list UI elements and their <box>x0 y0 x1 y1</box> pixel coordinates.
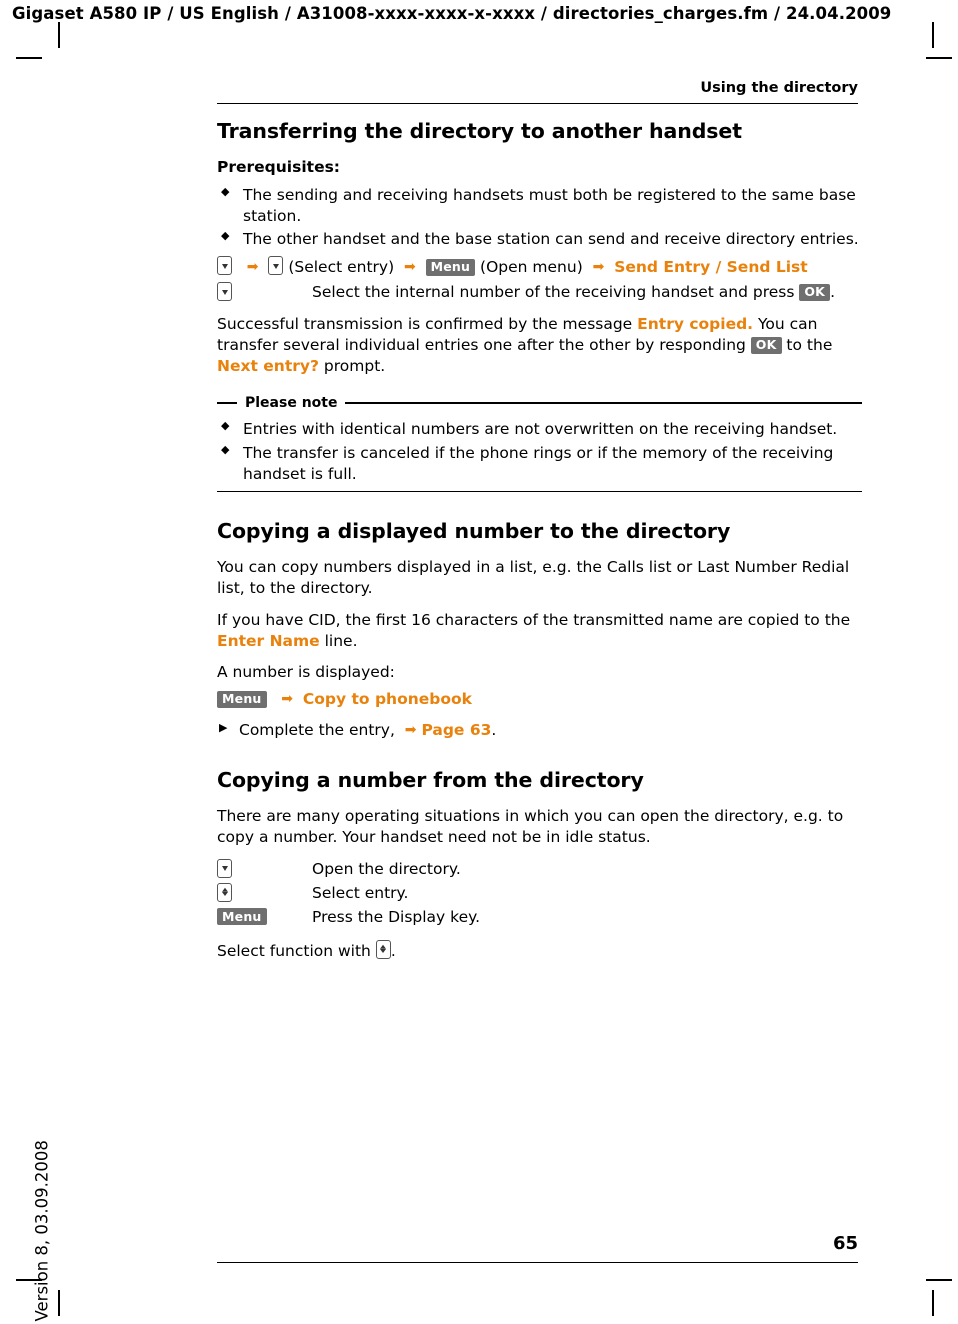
para-text-c: to the <box>781 336 833 355</box>
menu-display-key[interactable]: Menu <box>217 908 267 926</box>
note-rule-left <box>217 402 237 404</box>
list-item: The other handset and the base station c… <box>217 229 862 250</box>
please-note-header: Please note <box>217 395 862 411</box>
down-arrow-key-icon <box>217 256 232 276</box>
period-text: . <box>491 721 497 740</box>
complete-entry-text: Complete the entry, <box>239 721 395 740</box>
list-item: The sending and receiving handsets must … <box>217 185 862 227</box>
para-text-a: If you have CID, the first 16 characters… <box>217 610 851 629</box>
para-text-d: prompt. <box>318 357 386 376</box>
copy-to-complete-entry-row: Complete the entry, ➡ Page 63. <box>217 720 862 741</box>
step-key-column <box>217 858 312 881</box>
list-item: The transfer is canceled if the phone ri… <box>217 443 862 485</box>
enter-name-field-ref: Enter Name <box>217 631 320 650</box>
header-rule <box>217 103 858 105</box>
step-key-column: Menu <box>217 907 312 928</box>
footer-rule <box>217 1262 858 1264</box>
list-item: Entries with identical numbers are not o… <box>217 419 862 440</box>
select-entry-text: (Select entry) <box>288 258 395 277</box>
step-description-column: Select the internal number of the receiv… <box>312 282 862 304</box>
next-entry-prompt: Next entry? <box>217 357 319 376</box>
para-text-a: Successful transmission is confirmed by … <box>217 315 638 334</box>
version-sidebar-text: Version 8, 03.09.2008 <box>32 1140 52 1322</box>
copy-from-paragraph-1: There are many operating situations in w… <box>217 806 844 846</box>
copy-from-step-3: Menu Press the Display key. <box>217 907 862 928</box>
step-key-column <box>217 282 312 304</box>
crop-mark-bottom-left <box>58 1290 60 1316</box>
copy-to-paragraph-1: You can copy numbers displayed in a list… <box>217 557 850 597</box>
open-menu-text: (Open menu) <box>480 258 583 277</box>
please-note-box: Please note Entries with identical numbe… <box>217 395 862 493</box>
section-title-transfer: Transferring the directory to another ha… <box>217 119 742 143</box>
note-rule-bottom <box>217 490 862 493</box>
prerequisites-list: The sending and receiving handsets must … <box>217 185 862 251</box>
please-note-list: Entries with identical numbers are not o… <box>217 419 862 485</box>
closing-text-a: Select function with <box>217 941 376 960</box>
prerequisites-label: Prerequisites: <box>217 157 341 176</box>
arrow-icon: ➡ <box>592 259 605 276</box>
page-number: 65 <box>832 1233 858 1254</box>
down-arrow-key-icon <box>217 858 232 878</box>
procedure-step-2: Select the internal number of the receiv… <box>217 282 862 304</box>
crop-mark-top-right-h <box>926 57 952 59</box>
up-down-arrow-key-icon <box>375 939 391 959</box>
crop-mark-top-left-h <box>16 57 42 59</box>
step-key-column <box>217 882 312 905</box>
note-rule-right <box>345 402 862 404</box>
page-content: Transferring the directory to another ha… <box>217 118 862 972</box>
send-entry-menu-path: Send Entry / Send List <box>614 258 808 277</box>
copy-to-phonebook-item: Copy to phonebook <box>302 690 472 709</box>
entry-copied-message: Entry copied. <box>637 315 754 334</box>
section-title-copy-from-directory: Copying a number from the directory <box>217 768 644 793</box>
arrow-icon: ➡ <box>246 259 259 276</box>
up-down-arrow-key-icon <box>217 882 232 902</box>
crop-mark-bottom-right-h <box>926 1279 952 1281</box>
please-note-body: Entries with identical numbers are not o… <box>217 411 862 485</box>
copy-to-menu-path: Menu ➡ Copy to phonebook <box>217 689 862 710</box>
ok-display-key[interactable]: OK <box>750 336 782 354</box>
document-page: Gigaset A580 IP / US English / A31008-xx… <box>0 0 958 1324</box>
step-description-column: Select entry. <box>312 883 409 902</box>
page-reference-link[interactable]: Page 63 <box>421 721 491 739</box>
copy-to-paragraph-2: If you have CID, the first 16 characters… <box>217 610 862 652</box>
step-description-column: Press the Display key. <box>312 907 480 926</box>
copy-from-step-1: Open the directory. <box>217 858 862 881</box>
step-2-period: . <box>830 283 836 302</box>
copy-from-closing-paragraph: Select function with . <box>217 939 862 962</box>
closing-text-b: . <box>390 941 396 960</box>
crop-mark-bottom-right <box>932 1290 934 1316</box>
arrow-icon: ➡ <box>281 691 294 708</box>
down-arrow-key-icon <box>217 282 232 302</box>
procedure-step-1: ➡ (Select entry) ➡ Menu (Open menu) ➡ Se… <box>217 256 862 278</box>
please-note-title: Please note <box>245 394 338 411</box>
down-arrow-key-icon <box>268 256 284 276</box>
crop-mark-top-left <box>58 22 60 48</box>
document-header-path: Gigaset A580 IP / US English / A31008-xx… <box>12 4 892 23</box>
arrow-icon: ➡ <box>404 259 416 276</box>
para-text-b: line. <box>319 631 358 650</box>
crop-mark-top-right <box>932 22 934 48</box>
menu-display-key[interactable]: Menu <box>217 690 267 709</box>
arrow-icon: ➡ <box>404 722 417 739</box>
section-title-copy-to-directory: Copying a displayed number to the direct… <box>217 519 731 544</box>
step-description-column: Open the directory. <box>312 859 461 878</box>
copy-from-step-2: Select entry. <box>217 882 862 905</box>
copy-to-paragraph-3: A number is displayed: <box>217 663 395 682</box>
step-2-text: Select the internal number of the receiv… <box>312 283 795 302</box>
transmission-confirmation-paragraph: Successful transmission is confirmed by … <box>217 314 862 377</box>
menu-display-key[interactable]: Menu <box>425 258 476 277</box>
ok-display-key[interactable]: OK <box>799 283 831 302</box>
running-head-title: Using the directory <box>700 80 858 96</box>
